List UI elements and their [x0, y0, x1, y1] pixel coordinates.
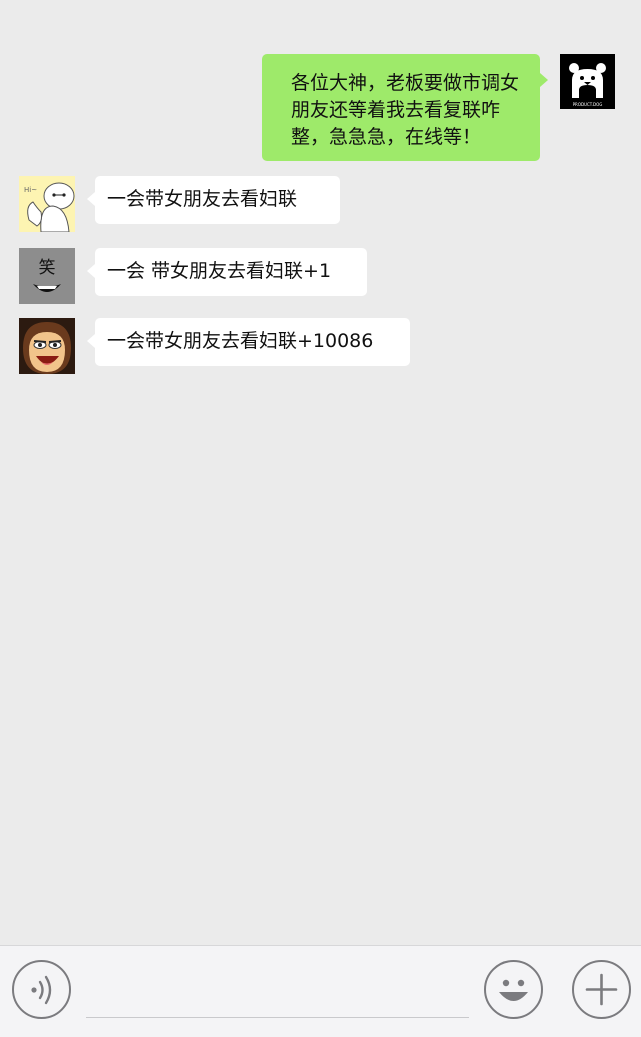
bear-logo-avatar[interactable]: PRODUCT.DOG: [560, 54, 615, 109]
baymax-icon: Hi~: [19, 176, 75, 232]
message-text: 各位大神，老板要做市调女朋友还等着我去看复联咋整，急急急，在线等！: [291, 72, 520, 148]
message-text: 一会带女朋友去看妇联: [107, 188, 298, 210]
chat-area: 各位大神，老板要做市调女朋友还等着我去看复联咋整，急急急，在线等！ PRODUC…: [0, 0, 641, 946]
bubble-tail: [540, 73, 548, 87]
message-text: 一会带女朋友去看妇联+10086: [107, 330, 374, 352]
message-bubble[interactable]: 各位大神，老板要做市调女朋友还等着我去看复联咋整，急急急，在线等！: [262, 54, 540, 161]
message-text: 一会 带女朋友去看妇联+1: [107, 260, 332, 282]
plus-button[interactable]: [572, 960, 631, 1019]
input-bar: [0, 945, 641, 1037]
emoji-button[interactable]: [484, 960, 543, 1019]
message-bubble[interactable]: 一会带女朋友去看妇联: [95, 176, 340, 224]
cartoon-man-icon: [19, 318, 75, 374]
emoji-icon: [499, 979, 528, 1001]
plus-icon: [585, 973, 618, 1006]
bubble-tail: [87, 192, 95, 206]
voice-icon: [31, 975, 52, 1005]
svg-text:Hi~: Hi~: [24, 186, 37, 194]
avatar-caption: 笑: [38, 258, 56, 278]
baymax-avatar[interactable]: Hi~: [19, 176, 75, 232]
message-bubble[interactable]: 一会 带女朋友去看妇联+1: [95, 248, 367, 296]
bubble-tail: [87, 334, 95, 348]
cartoon-man-avatar[interactable]: [19, 318, 75, 374]
message-bubble[interactable]: 一会带女朋友去看妇联+10086: [95, 318, 410, 366]
message-input[interactable]: [86, 1017, 469, 1018]
bubble-tail: [87, 264, 95, 278]
bear-logo-icon: [560, 54, 615, 109]
voice-button[interactable]: [12, 960, 71, 1019]
avatar-caption: PRODUCT.DOG: [572, 102, 603, 107]
laugh-face-avatar[interactable]: 笑: [19, 248, 75, 304]
